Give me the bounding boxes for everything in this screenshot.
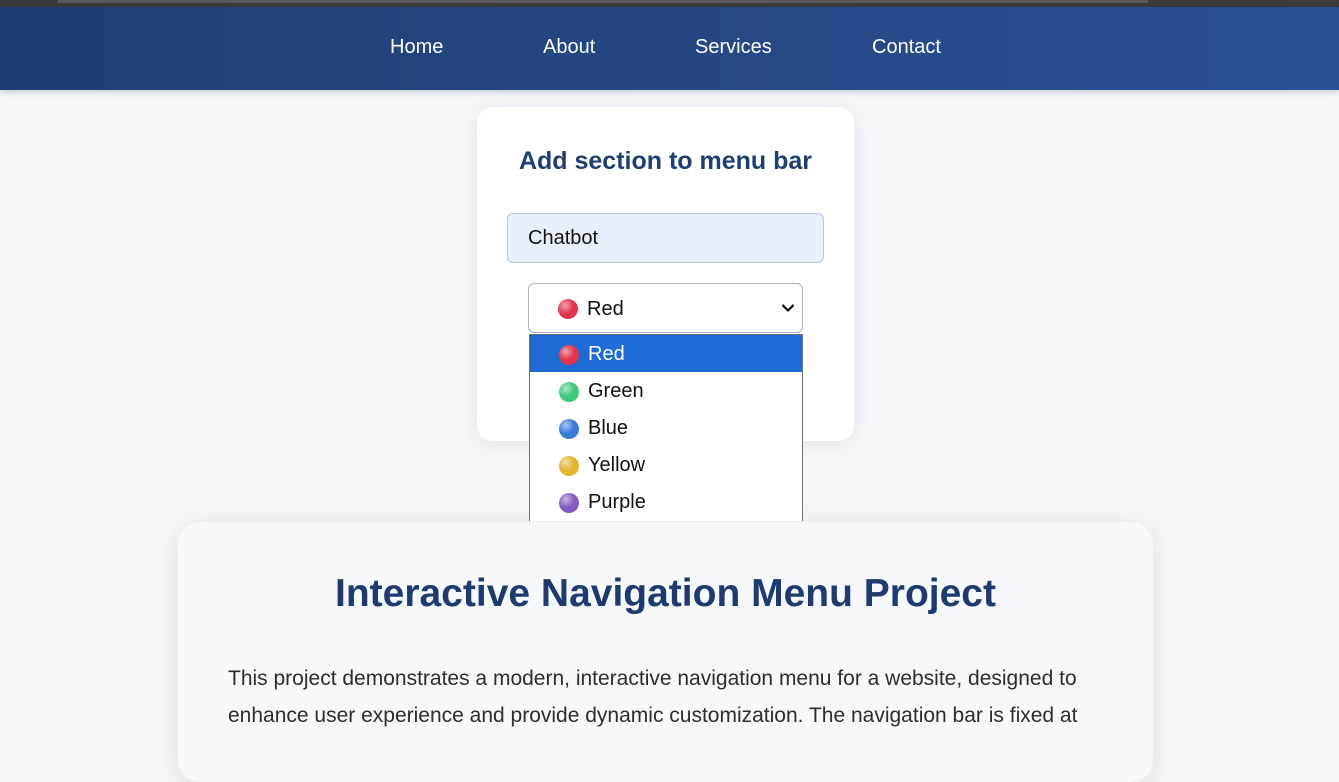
option-label: Red (588, 343, 625, 365)
purple-dot-icon (559, 493, 579, 513)
option-yellow[interactable]: Yellow (530, 446, 802, 483)
section-name-input[interactable] (507, 213, 824, 263)
option-green[interactable]: Green (530, 372, 802, 409)
browser-top-strip-bar (58, 0, 1148, 3)
color-select[interactable]: Red (528, 283, 803, 333)
nav-link-contact[interactable]: Contact (872, 36, 941, 59)
select-selected-label: Red (587, 298, 624, 320)
selected-color-dot-icon (558, 299, 578, 319)
option-label: Yellow (588, 454, 646, 476)
option-label: Purple (588, 491, 646, 513)
nav-link-about[interactable]: About (543, 36, 595, 59)
chevron-down-icon (781, 304, 795, 312)
option-label: Green (588, 380, 644, 402)
project-title: Interactive Navigation Menu Project (334, 572, 996, 615)
description-line-1: This project demonstrates a modern, inte… (228, 667, 1077, 690)
project-description: This project demonstrates a modern, inte… (228, 660, 1118, 734)
yellow-dot-icon (559, 456, 579, 476)
project-info-card: Interactive Navigation Menu Project This… (178, 522, 1153, 782)
option-purple[interactable]: Purple (530, 483, 802, 520)
red-dot-icon (559, 345, 579, 365)
green-dot-icon (559, 382, 579, 402)
browser-top-strip (0, 0, 1339, 7)
nav-link-home[interactable]: Home (390, 36, 443, 59)
option-blue[interactable]: Blue (530, 409, 802, 446)
blue-dot-icon (559, 419, 579, 439)
nav-link-services[interactable]: Services (695, 36, 772, 59)
color-dropdown-list: Red Green Blue Yellow Purple (529, 334, 803, 521)
option-red[interactable]: Red (530, 335, 802, 372)
add-section-title: Add section to menu bar (518, 147, 813, 175)
navigation-bar: Home About Services Contact (0, 7, 1339, 90)
description-line-2: enhance user experience and provide dyna… (228, 704, 1078, 727)
option-label: Blue (588, 417, 629, 439)
